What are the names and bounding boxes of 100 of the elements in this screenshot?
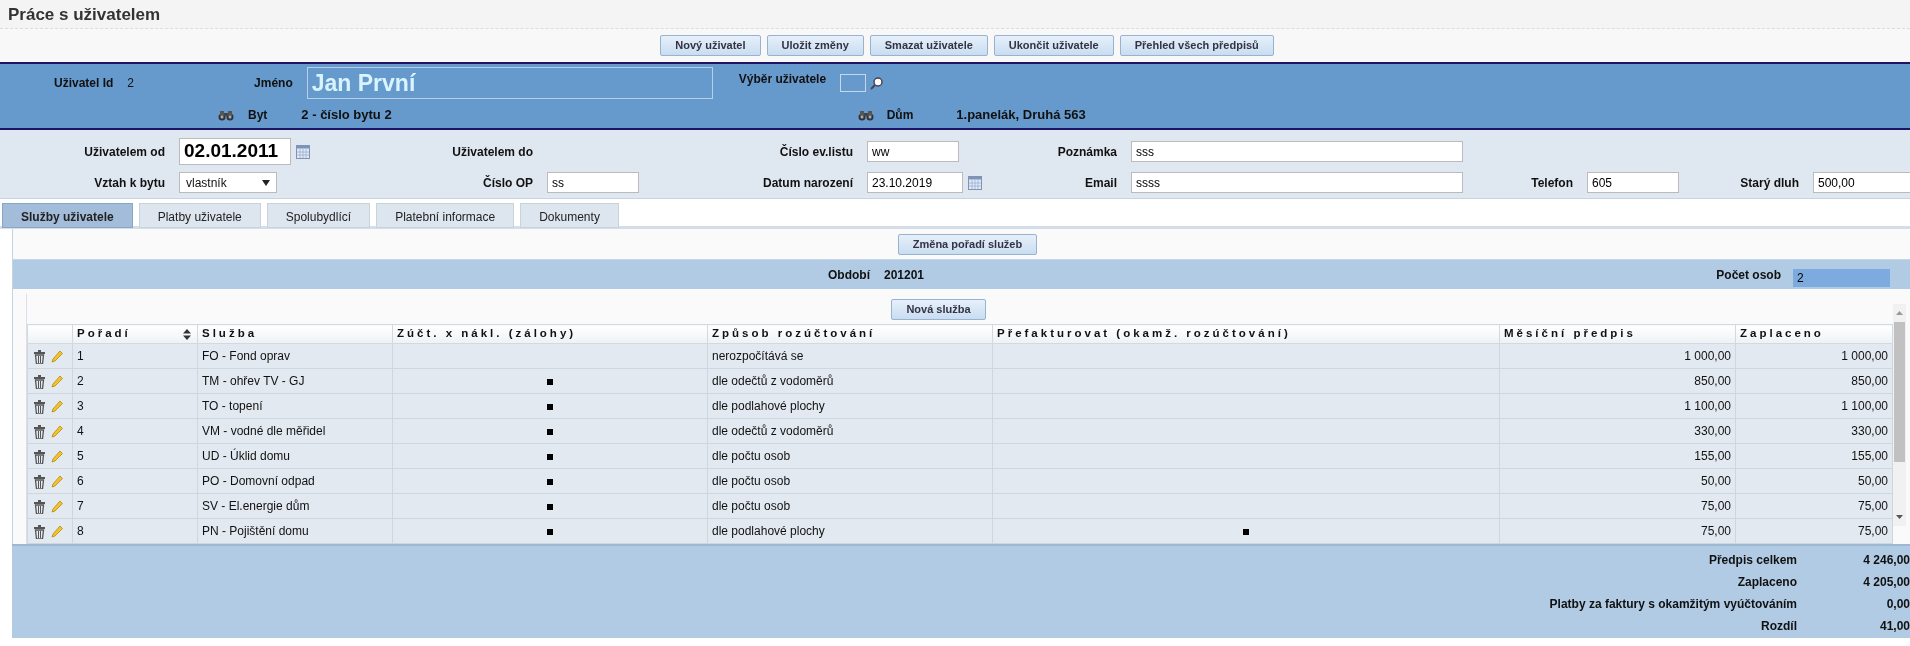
table-cell: 330,00 xyxy=(1694,424,1731,438)
trash-icon[interactable] xyxy=(34,474,45,489)
persons-field[interactable]: 2 xyxy=(1793,268,1890,287)
toolbar-button[interactable]: Ukončit uživatele xyxy=(993,35,1114,56)
table-cell: 75,00 xyxy=(1857,524,1888,538)
trash-icon[interactable] xyxy=(34,374,45,389)
trash-icon[interactable] xyxy=(34,424,45,439)
table-cell: 1 xyxy=(77,349,84,363)
toolbar-button[interactable]: Nový uživatel xyxy=(660,35,761,56)
table-cell: 3 xyxy=(77,399,84,413)
tab[interactable]: Služby uživatele xyxy=(2,203,133,228)
toolbar-button[interactable]: Přehled všech předpisů xyxy=(1119,35,1274,56)
table-cell: nerozpočítává se xyxy=(712,349,804,363)
column-header: Měsíční předpis xyxy=(1504,327,1636,340)
table-cell: 50,00 xyxy=(1857,474,1888,488)
table-cell: 50,00 xyxy=(1700,474,1731,488)
field-value: 1.panelák, Druhá 563 xyxy=(956,106,1086,125)
search-icon[interactable] xyxy=(870,76,885,90)
input-field[interactable]: ww xyxy=(867,141,959,162)
table-cell: 1 000,00 xyxy=(1841,349,1888,363)
field-label: Výběr uživatele xyxy=(738,71,827,88)
date-field[interactable]: 02.01.2011 xyxy=(179,138,291,165)
field-label: Uživatelem od xyxy=(83,143,165,161)
table-cell: FO - Fond oprav xyxy=(202,349,291,363)
trash-icon[interactable] xyxy=(34,349,45,364)
input-field[interactable]: 500,00 xyxy=(1813,172,1910,193)
field-label: Uživatelem do xyxy=(451,143,533,161)
field-label: Dům xyxy=(886,107,914,124)
field-label: Počet osob xyxy=(1716,266,1781,284)
trash-icon[interactable] xyxy=(34,524,45,539)
field-label: Vztah k bytu xyxy=(93,174,165,192)
input-field[interactable]: sss xyxy=(1131,141,1463,162)
table-cell: VM - vodné dle měřidel xyxy=(202,424,326,438)
table-cell: 1 000,00 xyxy=(1684,349,1731,363)
table-cell: 155,00 xyxy=(1851,449,1888,463)
table-cell: 75,00 xyxy=(1857,499,1888,513)
tab[interactable]: Platební informace xyxy=(376,203,515,228)
scrollbar[interactable] xyxy=(1893,304,1906,526)
table-cell: 75,00 xyxy=(1700,499,1731,513)
column-header: Služba xyxy=(202,327,258,340)
column-header: Pořadí xyxy=(77,327,131,340)
table-cell: dle odečtů z vodoměrů xyxy=(712,424,834,438)
summary-label: Platby za faktury s okamžitým vyúčtováním xyxy=(1549,596,1797,613)
tab[interactable]: Dokumenty xyxy=(520,203,619,228)
table-cell: PO - Domovní odpad xyxy=(202,474,315,488)
summary-label: Předpis celkem xyxy=(1708,552,1797,569)
table-cell: 75,00 xyxy=(1700,524,1731,538)
page-title: Práce s uživatelem xyxy=(0,0,1910,29)
column-header: Přefakturovat (okamž. rozúčtování) xyxy=(997,327,1291,340)
table-cell: 4 xyxy=(77,424,84,438)
field-label: Jméno xyxy=(254,75,293,92)
table-cell: 1 100,00 xyxy=(1841,399,1888,413)
date-field[interactable]: 23.10.2019 xyxy=(867,172,963,193)
trash-icon[interactable] xyxy=(34,449,45,464)
trash-icon[interactable] xyxy=(34,399,45,414)
select-field[interactable]: vlastník xyxy=(179,172,277,193)
column-header: Zúčt. x nákl. (zálohy) xyxy=(397,327,577,340)
table-cell: 850,00 xyxy=(1851,374,1888,388)
caret-icon xyxy=(262,179,270,186)
field-label: Telefon xyxy=(1530,174,1573,192)
summary-value: 4 205,00 xyxy=(1862,574,1910,591)
table-cell: 6 xyxy=(77,474,84,488)
binoculars-icon[interactable] xyxy=(218,109,234,121)
field-label: Poznámka xyxy=(1056,143,1117,161)
table-cell: 7 xyxy=(77,499,84,513)
table-cell: TM - ohřev TV - GJ xyxy=(202,374,305,388)
table-cell: 5 xyxy=(77,449,84,463)
binoculars-icon[interactable] xyxy=(857,109,874,121)
trash-icon[interactable] xyxy=(34,499,45,514)
table-cell: dle podlahové plochy xyxy=(712,524,825,538)
field-label: Číslo ev.listu xyxy=(778,143,853,161)
table-cell: dle podlahové plochy xyxy=(712,399,825,413)
new-service-button[interactable]: Nová služba xyxy=(891,298,986,320)
field-label: Období xyxy=(828,266,870,284)
field-label: Číslo OP xyxy=(482,174,533,192)
table-cell: 330,00 xyxy=(1851,424,1888,438)
summary-value: 0,00 xyxy=(1885,596,1910,613)
input-field[interactable]: ssss xyxy=(1131,172,1463,193)
table-cell: UD - Úklid domu xyxy=(202,449,291,463)
tab[interactable]: Platby uživatele xyxy=(138,203,261,228)
table-cell: 850,00 xyxy=(1694,374,1731,388)
field-value: 201201 xyxy=(884,266,925,284)
toolbar-button[interactable]: Uložit změny xyxy=(766,35,864,56)
field-label: Byt xyxy=(248,107,268,124)
reorder-button[interactable]: Změna pořadí služeb xyxy=(897,233,1038,255)
field-value: 2 - číslo bytu 2 xyxy=(301,106,392,125)
column-header: Zaplaceno xyxy=(1740,327,1824,340)
summary-label: Zaplaceno xyxy=(1737,574,1797,591)
sort-icon[interactable] xyxy=(183,329,191,340)
input-field[interactable]: 605 xyxy=(1587,172,1679,193)
table-cell: dle počtu osob xyxy=(712,499,791,513)
table-cell: PN - Pojištění domu xyxy=(202,524,309,538)
toolbar-button[interactable]: Smazat uživatele xyxy=(869,35,988,56)
picker-field[interactable] xyxy=(840,74,867,92)
tab[interactable]: Spolubydlící xyxy=(266,203,371,228)
field-label: Email xyxy=(1084,174,1117,192)
table-cell: 2 xyxy=(77,374,84,388)
input-field[interactable]: ss xyxy=(547,172,639,193)
table-cell: dle počtu osob xyxy=(712,449,791,463)
summary-value: 41,00 xyxy=(1878,618,1910,635)
